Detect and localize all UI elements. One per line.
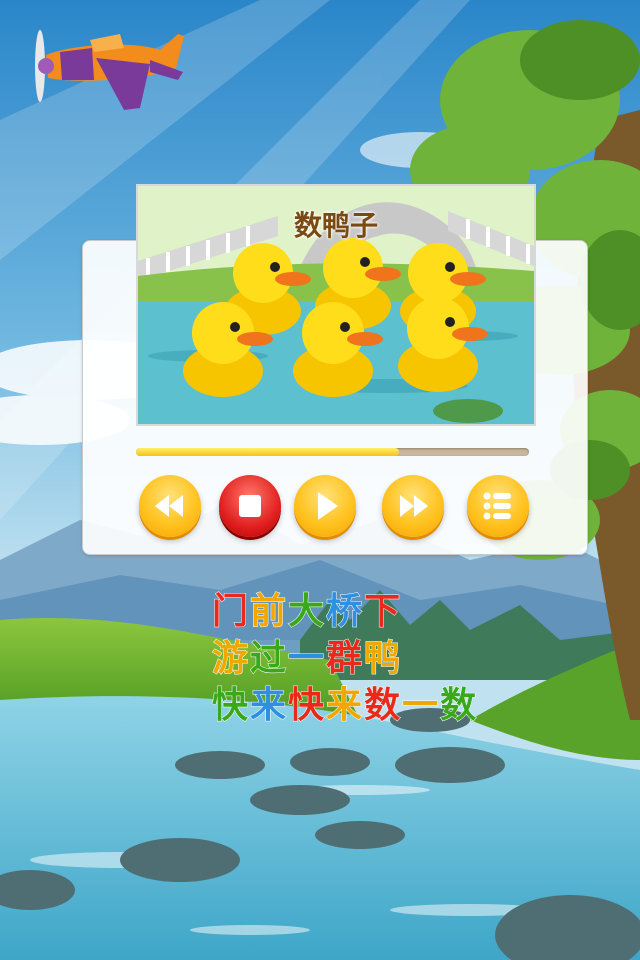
rewind-button[interactable] bbox=[139, 475, 201, 537]
stop-icon bbox=[239, 495, 261, 517]
lyric-char: 快 bbox=[211, 685, 251, 727]
fast-forward-icon bbox=[400, 495, 428, 517]
playlist-button[interactable] bbox=[467, 475, 529, 537]
video-title: 数鸭子 bbox=[293, 209, 378, 242]
lyric-char: 门 bbox=[211, 591, 251, 633]
lyric-line: 快来快来数一数 bbox=[211, 682, 479, 729]
lyric-char: 桥 bbox=[326, 591, 365, 633]
video-screen[interactable]: 数鸭子 bbox=[136, 184, 536, 426]
play-button[interactable] bbox=[294, 475, 356, 537]
lyrics: 门前大桥下 游过一群鸭 快来快来数一数 bbox=[211, 588, 479, 729]
lyric-char: 群 bbox=[326, 638, 365, 680]
fast-forward-button[interactable] bbox=[382, 475, 444, 537]
lyric-char: 下 bbox=[364, 591, 403, 633]
lyric-char: 来 bbox=[250, 685, 289, 727]
lyric-char: 前 bbox=[250, 591, 289, 633]
progress-fill bbox=[136, 448, 400, 456]
lyric-char: 游 bbox=[211, 638, 251, 680]
play-icon bbox=[318, 492, 338, 520]
lyric-char: 快 bbox=[288, 685, 327, 727]
stop-button[interactable] bbox=[219, 475, 281, 537]
lyric-line: 门前大桥下 bbox=[211, 588, 478, 635]
lyric-char: 过 bbox=[250, 638, 289, 680]
list-icon bbox=[483, 492, 511, 520]
lyric-char: 数 bbox=[364, 685, 403, 727]
lyric-char: 大 bbox=[288, 591, 327, 633]
lyric-char: 来 bbox=[326, 685, 365, 727]
progress-bar[interactable] bbox=[136, 448, 529, 456]
lyric-char: 数 bbox=[440, 685, 479, 727]
rewind-icon bbox=[155, 495, 183, 517]
lyric-char: 一 bbox=[288, 638, 327, 680]
lyric-char: 鸭 bbox=[364, 638, 403, 680]
lyric-char: 一 bbox=[402, 685, 441, 727]
lyric-line: 游过一群鸭 bbox=[211, 635, 478, 682]
